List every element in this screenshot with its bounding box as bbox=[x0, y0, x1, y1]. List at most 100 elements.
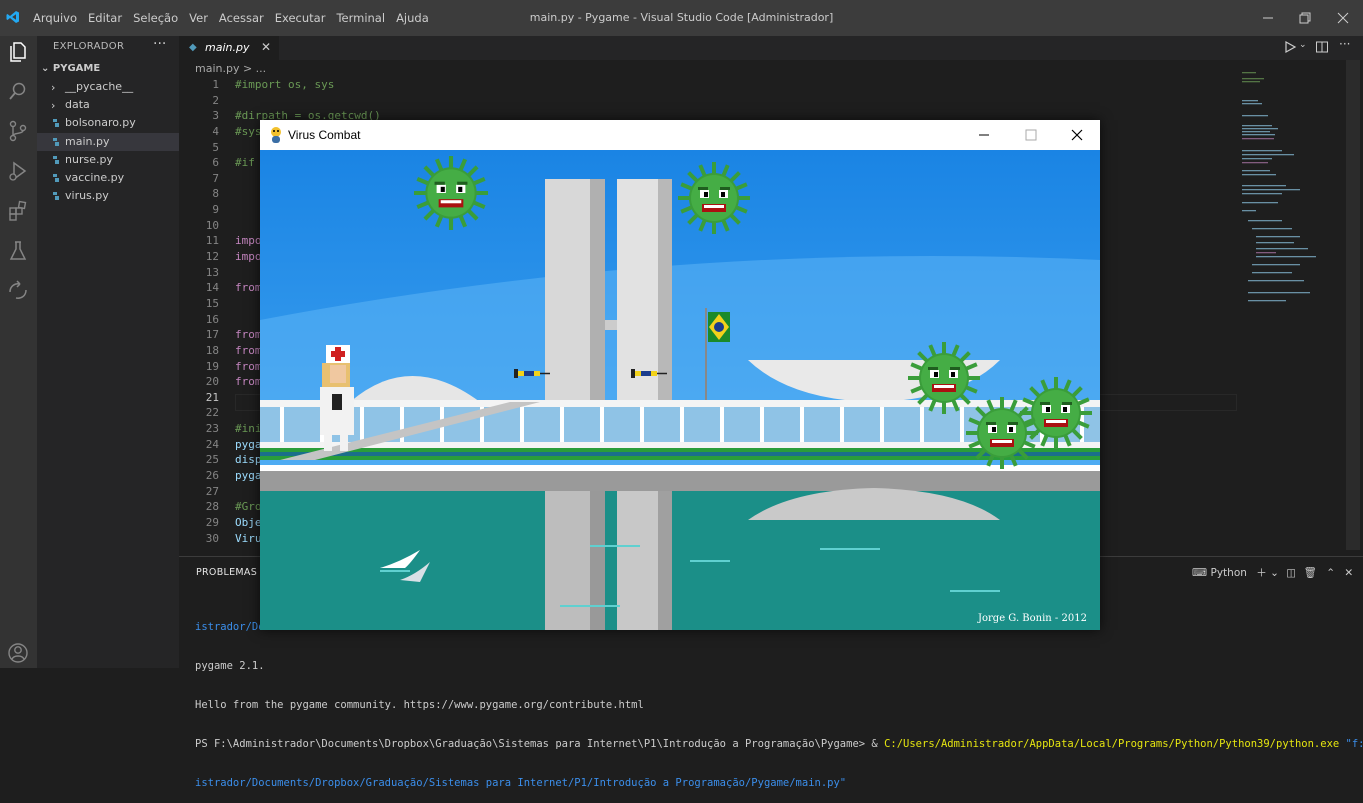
new-terminal-icon[interactable]: ＋ bbox=[1256, 567, 1267, 579]
line-number: 10 bbox=[205, 218, 219, 232]
close-window-icon[interactable] bbox=[1333, 8, 1353, 28]
python-file-icon bbox=[53, 156, 59, 164]
line-number: 23 bbox=[205, 422, 219, 436]
tree-item-main[interactable]: main.py bbox=[37, 133, 179, 151]
explorer-icon[interactable] bbox=[5, 38, 31, 64]
terminal-argument-continued: istrador/Documents/Dropbox/Graduação/Sis… bbox=[195, 777, 847, 789]
virus-sprite-4 bbox=[1020, 377, 1092, 449]
explorer-sidebar: EXPLORADOR ··· ⌄ PYGAME › __pycache__ › da… bbox=[37, 36, 179, 668]
search-icon[interactable] bbox=[5, 78, 31, 104]
line-number: 8 bbox=[212, 187, 219, 201]
activity-bar bbox=[0, 36, 37, 668]
code-line: #import os, sys bbox=[235, 78, 335, 91]
virus-sprite-3 bbox=[908, 342, 980, 414]
restore-icon[interactable] bbox=[1295, 8, 1315, 28]
terminal-icon: ⌨ bbox=[1192, 567, 1208, 579]
editor-scrollbar[interactable] bbox=[1346, 60, 1360, 550]
minimize-icon[interactable] bbox=[1258, 8, 1278, 28]
pygame-title-bar: Virus Combat bbox=[260, 120, 1100, 150]
testing-flask-icon[interactable] bbox=[5, 238, 31, 264]
terminal-line: pygame 2.1. bbox=[195, 660, 265, 672]
close-tab-icon[interactable]: ✕ bbox=[261, 40, 271, 54]
split-terminal-icon[interactable]: ◫ bbox=[1286, 567, 1296, 579]
editor-more-icon[interactable]: ··· bbox=[1339, 37, 1350, 51]
line-number: 5 bbox=[212, 140, 219, 154]
project-name: PYGAME bbox=[52, 63, 101, 74]
minimap[interactable] bbox=[1234, 70, 1344, 320]
chevron-down-icon: ⌄ bbox=[41, 63, 53, 74]
tree-item-label: virus.py bbox=[65, 189, 109, 202]
chevron-right-icon: › bbox=[51, 81, 56, 94]
pg-minimize-icon[interactable] bbox=[976, 128, 992, 142]
line-number: 27 bbox=[205, 484, 219, 498]
python-file-icon bbox=[53, 192, 59, 200]
trash-icon[interactable]: 🗑 bbox=[1304, 567, 1317, 579]
tree-item-data[interactable]: › data bbox=[37, 96, 179, 114]
tree-item-label: vaccine.py bbox=[65, 171, 125, 184]
line-number: 15 bbox=[205, 296, 219, 310]
tab-main-py[interactable]: ◆ main.py ✕ bbox=[179, 36, 279, 60]
tree-item-label: __pycache__ bbox=[65, 80, 134, 93]
run-options-chevron-icon[interactable]: ⌄ bbox=[1299, 40, 1307, 50]
extensions-icon[interactable] bbox=[5, 198, 31, 224]
window-title: main.py - Pygame - Visual Studio Code [A… bbox=[529, 11, 834, 24]
line-number: 19 bbox=[205, 359, 219, 373]
virus-sprite-2 bbox=[678, 162, 750, 234]
run-icon[interactable] bbox=[1283, 40, 1297, 54]
pg-maximize-icon[interactable] bbox=[1023, 127, 1039, 143]
tree-item-bolsonaro[interactable]: bolsonaro.py bbox=[37, 114, 179, 132]
line-number: 6 bbox=[212, 156, 219, 170]
tree-item-label: nurse.py bbox=[65, 153, 113, 166]
tree-item-pycache[interactable]: › __pycache__ bbox=[37, 78, 179, 96]
line-number: 28 bbox=[205, 500, 219, 514]
line-number: 1 bbox=[212, 78, 219, 91]
line-number: 25 bbox=[205, 453, 219, 467]
line-number-gutter: 1 2 3 4 5 6 7 8 9 10 11 12 13 14 15 16 17 18 19 20 21 22 23 24 2… bbox=[179, 77, 219, 546]
remote-explorer-icon[interactable] bbox=[5, 278, 31, 304]
python-file-icon bbox=[53, 138, 59, 146]
maximize-panel-icon[interactable]: ⌃ bbox=[1326, 567, 1335, 579]
run-debug-icon[interactable] bbox=[5, 158, 31, 184]
project-folder[interactable]: ⌄ PYGAME bbox=[41, 63, 100, 74]
close-panel-icon[interactable]: ✕ bbox=[1344, 567, 1353, 579]
explorer-header: EXPLORADOR bbox=[53, 41, 125, 52]
account-icon[interactable] bbox=[5, 640, 31, 666]
tab-problems[interactable]: PROBLEMAS bbox=[196, 567, 257, 578]
pg-close-icon[interactable] bbox=[1069, 127, 1085, 143]
source-control-icon[interactable] bbox=[5, 118, 31, 144]
tab-label: main.py bbox=[205, 41, 250, 54]
split-editor-icon[interactable] bbox=[1315, 40, 1329, 54]
game-canvas[interactable] bbox=[260, 150, 1100, 630]
line-number: 29 bbox=[205, 515, 219, 529]
terminal-dropdown-icon[interactable]: ⌄ bbox=[1270, 567, 1279, 579]
line-number: 16 bbox=[205, 312, 219, 326]
title-bar: Arquivo Editar Seleção Ver Acessar Execu… bbox=[0, 0, 1363, 36]
tree-item-vaccine[interactable]: vaccine.py bbox=[37, 169, 179, 187]
line-number: 22 bbox=[205, 406, 219, 420]
virus-sprite-1 bbox=[416, 158, 486, 228]
line-number: 14 bbox=[205, 281, 219, 295]
terminal-shell-label[interactable]: Python bbox=[1211, 567, 1247, 579]
terminal-command: C:/Users/Administrador/AppData/Local/Pro… bbox=[884, 738, 1340, 750]
line-number: 2 bbox=[212, 93, 219, 107]
line-number: 30 bbox=[205, 531, 219, 545]
breadcrumb[interactable]: main.py > ... bbox=[195, 62, 266, 75]
more-actions-icon[interactable]: ··· bbox=[153, 36, 166, 52]
tree-item-label: data bbox=[65, 98, 90, 111]
line-number: 7 bbox=[212, 171, 219, 185]
python-file-icon: ◆ bbox=[189, 42, 197, 53]
line-number: 12 bbox=[205, 250, 219, 264]
line-number: 26 bbox=[205, 469, 219, 483]
terminal-argument: "f:/Admin bbox=[1345, 738, 1363, 750]
pygame-window[interactable]: Virus Combat Jorge G. Bonin - 2012 bbox=[260, 120, 1100, 630]
python-file-icon bbox=[53, 119, 59, 127]
chevron-right-icon: › bbox=[51, 99, 56, 112]
line-number: 9 bbox=[212, 203, 219, 217]
pygame-window-title: Virus Combat bbox=[288, 128, 361, 142]
tree-item-virus[interactable]: virus.py bbox=[37, 187, 179, 205]
line-number: 11 bbox=[205, 234, 219, 248]
terminal-prompt: PS F:\Administrador\Documents\Dropbox\Gr… bbox=[195, 738, 885, 750]
line-number: 18 bbox=[205, 343, 219, 357]
tree-item-nurse[interactable]: nurse.py bbox=[37, 151, 179, 169]
